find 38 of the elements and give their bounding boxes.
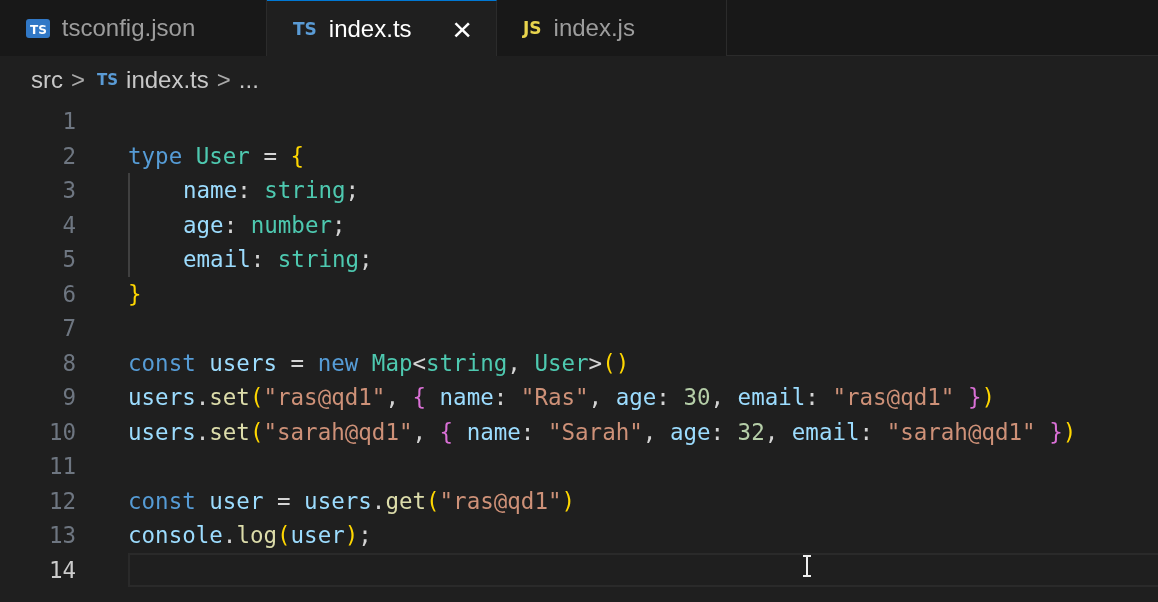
line-number: 8 [61,349,76,376]
code-line: users.set("ras@qd1", { name: "Ras", age: 30, email: "ras@qd1" }) [128,384,995,411]
code-line: console.log(user); [128,522,372,549]
code-line: const users = new Map<string, User>() [128,349,630,376]
close-button[interactable]: × [452,11,472,46]
file-type-icon: TS [293,18,317,39]
breadcrumb-item[interactable]: index.ts [126,66,209,94]
code-line: email: string; [183,246,373,273]
breadcrumb-item[interactable]: ... [238,66,259,94]
line-number: 5 [61,246,76,273]
code-line: } [128,280,142,307]
breadcrumb-item[interactable]: src [31,66,63,94]
code-line: type User = { [128,142,305,169]
editor-tab[interactable]: JS index.js [497,0,727,56]
line-number: 11 [47,453,76,480]
code-line: age: number; [183,211,346,238]
text-cursor-icon [801,555,813,577]
line-number: 2 [61,142,76,169]
breadcrumb-separator: > [71,66,85,94]
editor-tab[interactable]: TS index.ts × [267,0,497,56]
code-line: name: string; [183,177,360,204]
line-number: 13 [47,522,76,549]
file-type-icon: JS [523,18,542,38]
line-number: 6 [61,280,76,307]
line-number: 12 [47,487,76,514]
line-number: 9 [61,384,76,411]
file-type-icon: TS [97,71,119,89]
line-number: 4 [61,211,76,238]
line-number: 1 [61,108,76,135]
editor-tab[interactable]: TS tsconfig.json [0,0,267,56]
code-line: const user = users.get("ras@qd1") [128,487,576,514]
line-number: 7 [61,315,76,342]
line-number: 14 [47,556,76,583]
breadcrumb-separator: > [216,66,231,94]
code-line: users.set("sarah@qd1", { name: "Sarah", age: 32, email: "sarah@qd1" }) [128,418,1077,445]
file-type-icon: TS [26,18,50,38]
line-number: 10 [47,418,76,445]
line-number: 3 [61,177,76,204]
